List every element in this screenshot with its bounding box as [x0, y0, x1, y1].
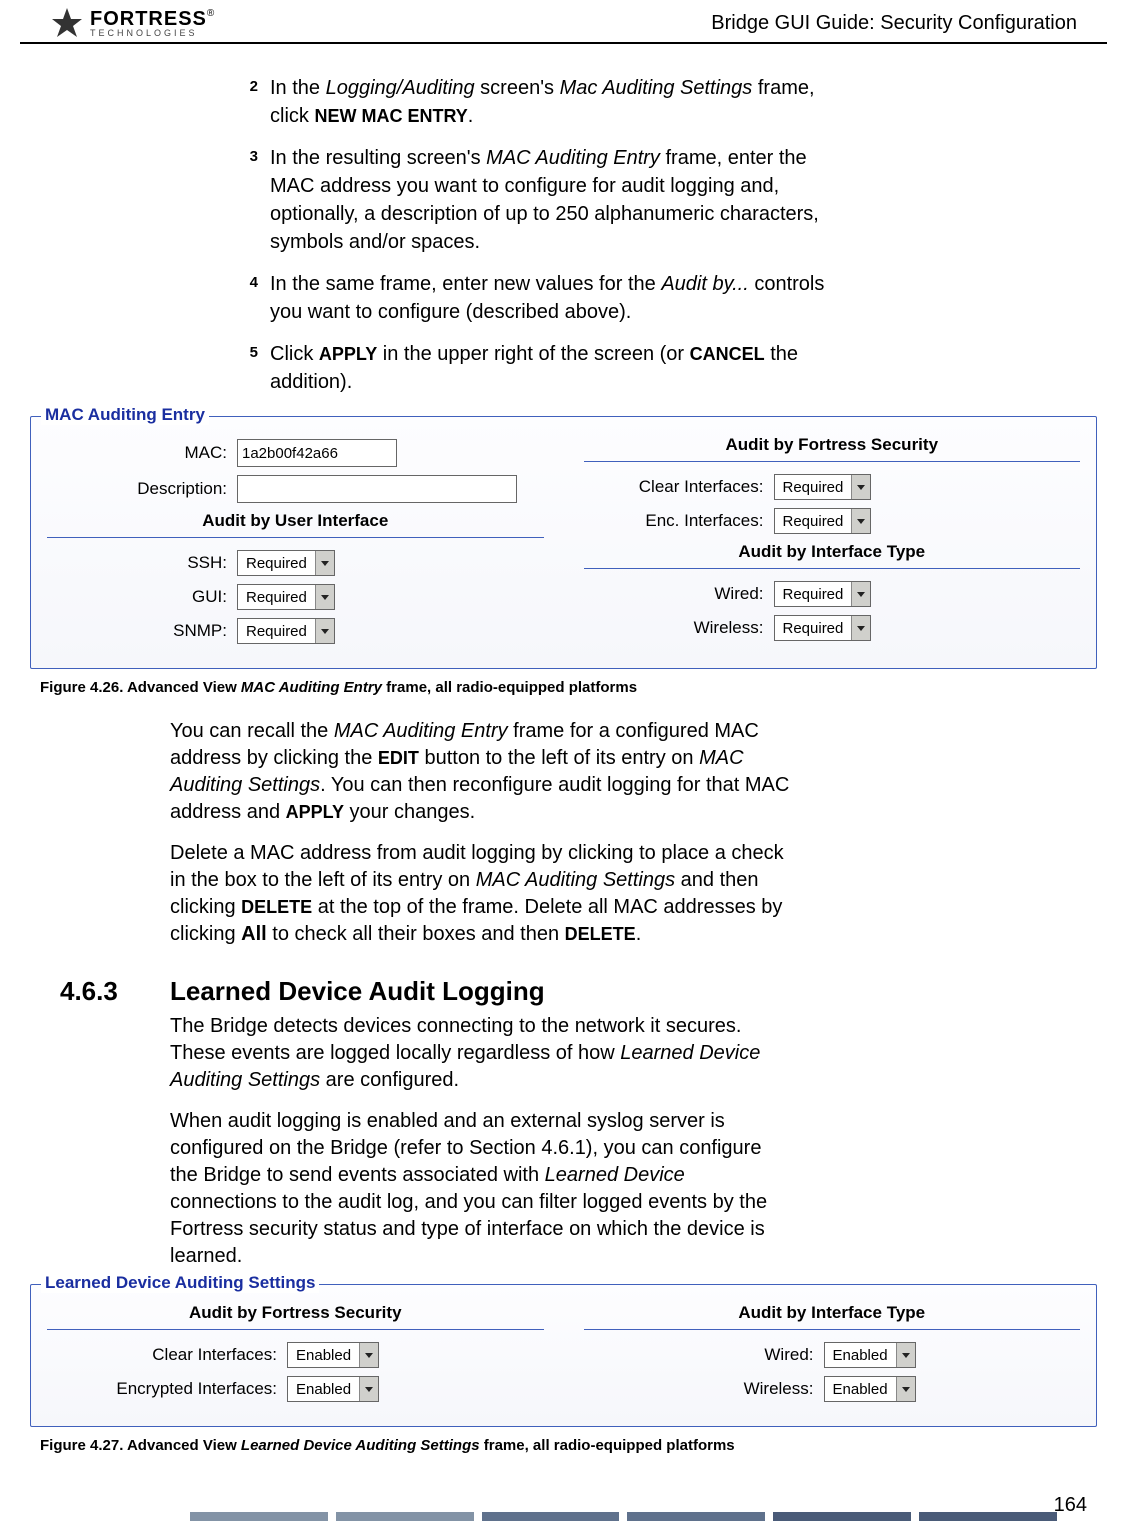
wired-row: Wired: Enabled [584, 1342, 1081, 1368]
mac-input[interactable] [237, 439, 397, 467]
section-number: 4.6.3 [60, 976, 170, 1007]
wireless-select[interactable]: Enabled [824, 1376, 916, 1402]
clear-if-row: Clear Interfaces: Enabled [47, 1342, 544, 1368]
wired-select[interactable]: Required [774, 581, 872, 607]
figure-caption-4-26: Figure 4.26. Advanced View MAC Auditing … [40, 679, 1087, 696]
encrypted-interfaces-select[interactable]: Enabled [287, 1376, 379, 1402]
ssh-row: SSH: Required [47, 550, 544, 576]
wireless-row: Wireless: Enabled [584, 1376, 1081, 1402]
wired-row: Wired: Required [584, 581, 1081, 607]
footer-decoration [0, 1512, 1127, 1521]
clear-interfaces-select[interactable]: Enabled [287, 1342, 379, 1368]
para-section-2: When audit logging is enabled and an ext… [170, 1108, 790, 1270]
chevron-down-icon [359, 1377, 378, 1401]
enc-if-row: Enc. Interfaces: Required [584, 508, 1081, 534]
chevron-down-icon [359, 1343, 378, 1367]
gui-select[interactable]: Required [237, 584, 335, 610]
gui-row: GUI: Required [47, 584, 544, 610]
brand-reg: ® [207, 8, 214, 19]
chevron-down-icon [315, 619, 334, 643]
clear-if-row: Clear Interfaces: Required [584, 474, 1081, 500]
para-recall: You can recall the MAC Auditing Entry fr… [170, 718, 790, 826]
step-number: 4 [230, 270, 270, 326]
step-5: 5 Click APPLY in the upper right of the … [230, 340, 850, 396]
step-list: 2 In the Logging/Auditing screen's Mac A… [230, 74, 850, 396]
chevron-down-icon [851, 509, 870, 533]
step-2: 2 In the Logging/Auditing screen's Mac A… [230, 74, 850, 130]
enc-if-row: Encrypted Interfaces: Enabled [47, 1376, 544, 1402]
wireless-row: Wireless: Required [584, 615, 1081, 641]
description-row: Description: [47, 475, 544, 503]
mac-auditing-entry-panel: MAC Auditing Entry MAC: Description: Aud… [30, 416, 1097, 669]
snmp-select[interactable]: Required [237, 618, 335, 644]
chevron-down-icon [851, 582, 870, 606]
page-title: Bridge GUI Guide: Security Configuration [711, 12, 1077, 35]
page-header: FORTRESS® TECHNOLOGIES Bridge GUI Guide:… [20, 0, 1107, 44]
logo-icon [50, 6, 84, 40]
ssh-select[interactable]: Required [237, 550, 335, 576]
learned-device-auditing-panel: Learned Device Auditing Settings Audit b… [30, 1284, 1097, 1427]
chevron-down-icon [315, 585, 334, 609]
chevron-down-icon [851, 475, 870, 499]
wireless-select[interactable]: Required [774, 615, 872, 641]
enc-interfaces-select[interactable]: Required [774, 508, 872, 534]
step-number: 3 [230, 144, 270, 256]
step-4: 4 In the same frame, enter new values fo… [230, 270, 850, 326]
mac-row: MAC: [47, 439, 544, 467]
step-number: 2 [230, 74, 270, 130]
description-input[interactable] [237, 475, 517, 503]
section-audit-ui: Audit by User Interface [47, 511, 544, 531]
panel-legend: Learned Device Auditing Settings [41, 1273, 319, 1293]
section-audit-fortress: Audit by Fortress Security [584, 435, 1081, 455]
brand-name: FORTRESS [90, 8, 207, 30]
para-delete: Delete a MAC address from audit logging … [170, 840, 790, 948]
brand-logo: FORTRESS® TECHNOLOGIES [50, 6, 214, 40]
wired-select[interactable]: Enabled [824, 1342, 916, 1368]
description-label: Description: [47, 479, 227, 499]
chevron-down-icon [896, 1377, 915, 1401]
snmp-row: SNMP: Required [47, 618, 544, 644]
panel-legend: MAC Auditing Entry [41, 405, 209, 425]
step-number: 5 [230, 340, 270, 396]
figure-caption-4-27: Figure 4.27. Advanced View Learned Devic… [40, 1437, 1087, 1454]
section-audit-iftype: Audit by Interface Type [584, 542, 1081, 562]
section-title: Learned Device Audit Logging [170, 976, 545, 1007]
section-audit-iftype: Audit by Interface Type [584, 1303, 1081, 1323]
chevron-down-icon [896, 1343, 915, 1367]
chevron-down-icon [851, 616, 870, 640]
chevron-down-icon [315, 551, 334, 575]
para-section-1: The Bridge detects devices connecting to… [170, 1013, 790, 1094]
mac-label: MAC: [47, 443, 227, 463]
section-audit-fortress: Audit by Fortress Security [47, 1303, 544, 1323]
section-heading: 4.6.3 Learned Device Audit Logging [60, 976, 1127, 1007]
brand-subtitle: TECHNOLOGIES [90, 29, 214, 38]
step-3: 3 In the resulting screen's MAC Auditing… [230, 144, 850, 256]
clear-interfaces-select[interactable]: Required [774, 474, 872, 500]
